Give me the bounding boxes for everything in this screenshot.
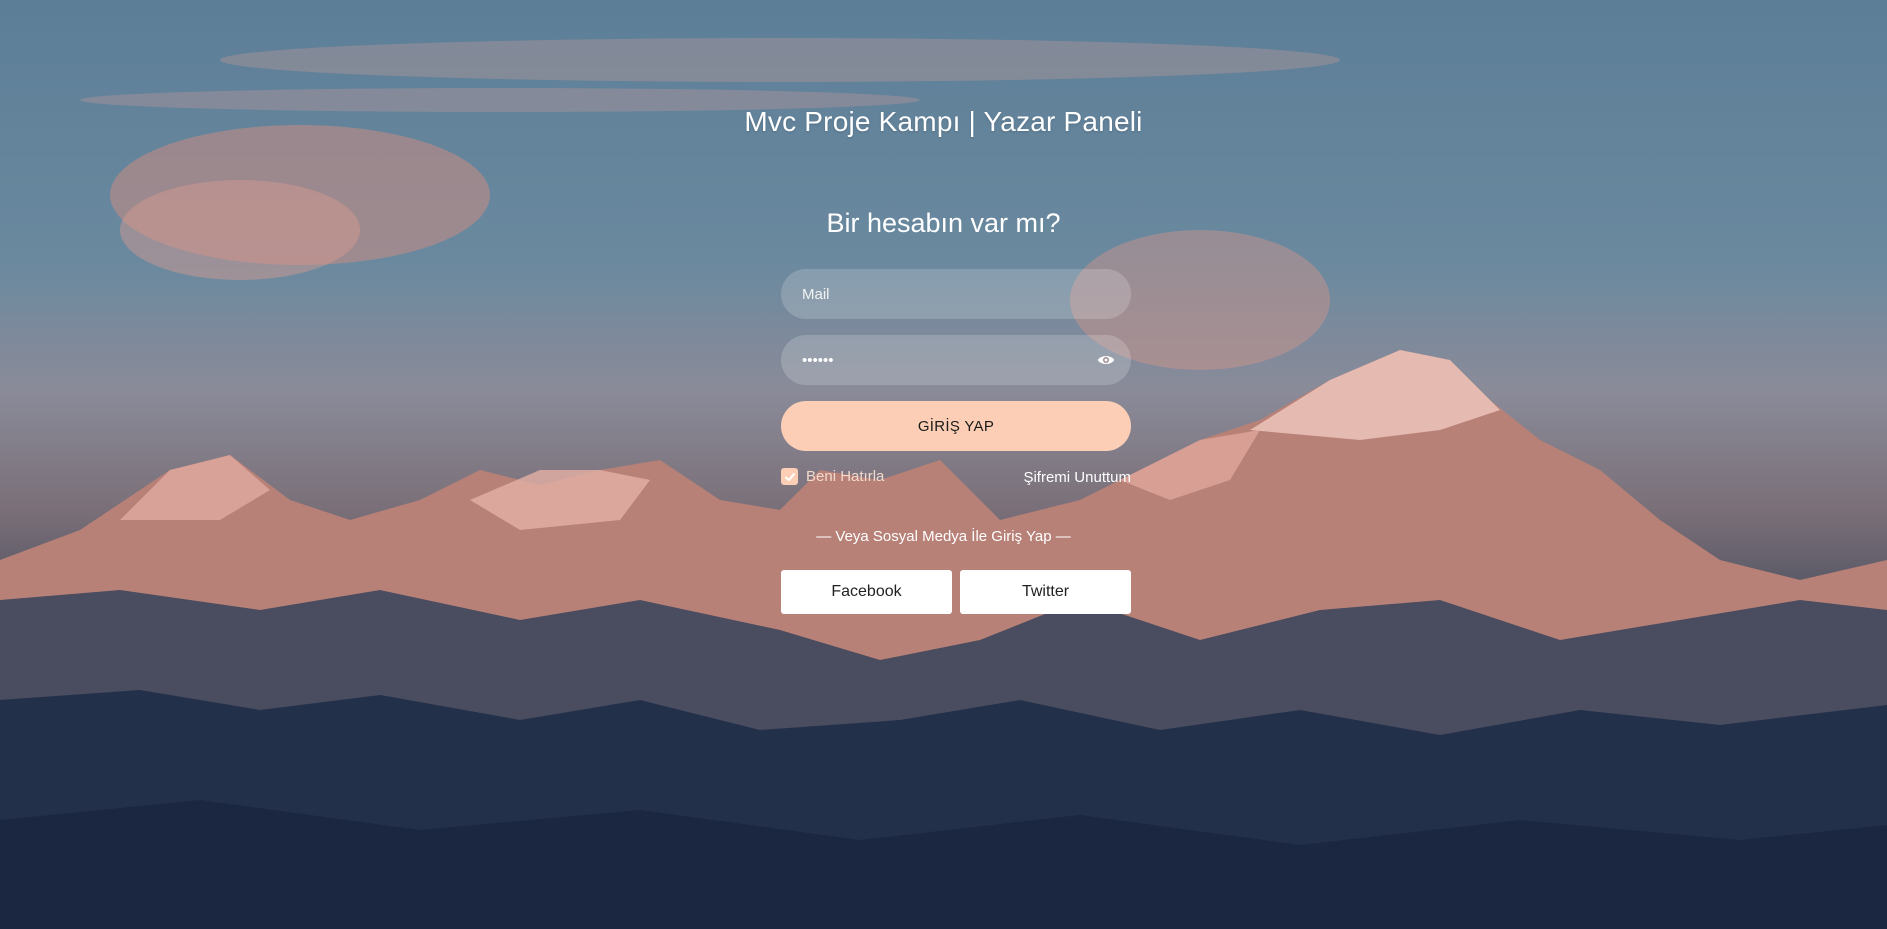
page-title: Mvc Proje Kampı | Yazar Paneli	[744, 106, 1143, 137]
login-content: Mvc Proje Kampı | Yazar Paneli Bir hesab…	[0, 0, 1887, 929]
eye-icon[interactable]	[1097, 351, 1115, 369]
form-heading: Bir hesabın var mı?	[826, 208, 1061, 238]
social-login-buttons: Facebook Twitter	[781, 570, 1131, 614]
login-form: GİRİŞ YAP Beni Hatırla Şifremi Unuttum	[781, 269, 1131, 490]
social-login-divider: — Veya Sosyal Medya İle Giriş Yap —	[816, 528, 1071, 545]
twitter-button[interactable]: Twitter	[960, 570, 1131, 614]
check-icon	[784, 472, 795, 481]
remember-me[interactable]: Beni Hatırla	[781, 468, 884, 485]
login-page: Mvc Proje Kampı | Yazar Paneli Bir hesab…	[0, 0, 1887, 929]
mail-field-wrapper	[781, 269, 1131, 319]
forgot-password-link[interactable]: Şifremi Unuttum	[1023, 469, 1131, 486]
remember-checkbox[interactable]	[781, 468, 798, 485]
password-input[interactable]	[781, 335, 1131, 385]
facebook-button[interactable]: Facebook	[781, 570, 952, 614]
login-button[interactable]: GİRİŞ YAP	[781, 401, 1131, 451]
form-options-row: Beni Hatırla Şifremi Unuttum	[781, 468, 1131, 490]
remember-label: Beni Hatırla	[806, 468, 885, 485]
mail-input[interactable]	[781, 269, 1131, 319]
password-field-wrapper	[781, 335, 1131, 385]
